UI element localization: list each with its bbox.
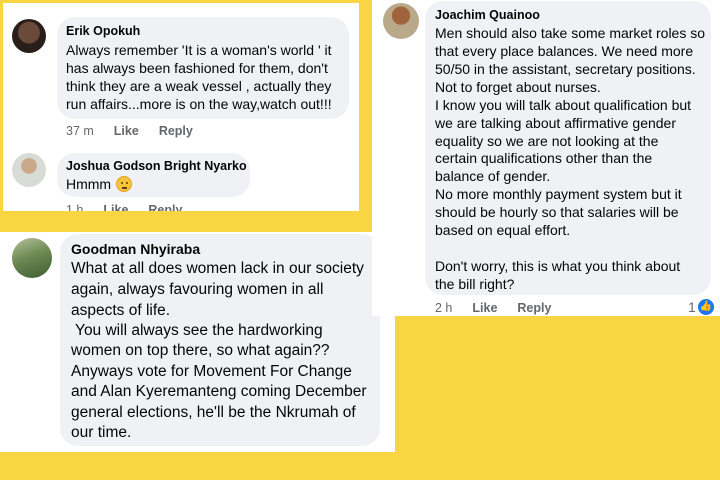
thinking-face-icon	[116, 176, 132, 192]
avatar[interactable]	[383, 3, 419, 39]
comment-text-line: has always been fashioned for them, don'…	[66, 60, 328, 76]
comment-text-line: No more monthly payment system but it	[435, 186, 682, 202]
avatar[interactable]	[12, 238, 52, 278]
comment-text-line: our time.	[71, 424, 132, 441]
like-button[interactable]: Like	[103, 203, 128, 211]
comment-author[interactable]: Erik Opokuh	[66, 24, 140, 38]
comment-author[interactable]: Goodman Nhyiraba	[71, 241, 200, 257]
comment-text-line: You will always see the hardworking	[71, 322, 323, 339]
reply-button[interactable]: Reply	[148, 203, 182, 211]
comment-text-line: I know you will talk about qualification…	[435, 97, 692, 113]
comment-timestamp[interactable]: 2 h	[435, 301, 452, 315]
like-button[interactable]: Like	[114, 124, 139, 138]
comment-actions: 2 h Like Reply	[435, 301, 571, 315]
avatar[interactable]	[12, 153, 46, 187]
comment-text-line: 50/50 in the assistant, secretary positi…	[435, 61, 696, 77]
comment-text-line: again, always favouring women in all	[71, 281, 324, 298]
comment-actions: 37 m Like Reply	[66, 124, 213, 138]
comment-text-line: Men should also take some market roles s…	[435, 25, 706, 41]
comment-text: Hmmm	[66, 176, 112, 192]
screenshot-panel-goodman: Goodman Nhyiraba What at all does women …	[0, 232, 395, 452]
comment-text-line: Always remember 'It is a woman's world '…	[66, 42, 332, 58]
comment-text-line: balance of gender.	[435, 168, 551, 184]
comment-text-line: What at all does women lack in our socie…	[71, 260, 364, 277]
comment-text-line: run affairs...more is on the way,watch o…	[66, 96, 332, 112]
highlight-strip-bottom	[0, 452, 720, 480]
comment-text-line: based on equal effort.	[435, 222, 571, 238]
comment-timestamp[interactable]: 37 m	[66, 124, 94, 138]
comment-text-line: women on top there, so what again??	[71, 342, 330, 359]
comment-text-line: Don't worry, this is what you think abou…	[435, 258, 681, 274]
reaction-count[interactable]: 1	[688, 299, 696, 315]
comment-actions: 1 h Like Reply	[66, 203, 202, 211]
comment-text-line: general elections, he'll be the Nkrumah …	[71, 404, 356, 421]
reply-button[interactable]: Reply	[517, 301, 551, 315]
screenshot-panel-joachim: Joachim Quainoo Men should also take som…	[372, 0, 720, 316]
comment-text-line: we are talking about affirmative gender	[435, 115, 676, 131]
comment-text-line: the bill right?	[435, 276, 515, 292]
thumbs-up-icon[interactable]: 👍	[698, 299, 714, 315]
comment-text-line: that every place balances. We need more	[435, 43, 694, 59]
comment-author[interactable]: Joachim Quainoo	[435, 8, 540, 22]
comment-text-line: Anyways vote for Movement For Change	[71, 363, 352, 380]
screenshot-panel-erik-joshua: Erik Opokuh Always remember 'It is a wom…	[3, 3, 359, 211]
comment-text-line: and Alan Kyeremanteng coming December	[71, 383, 367, 400]
comment-text-line: should be hourly so that salaries will b…	[435, 204, 679, 220]
comment-author[interactable]: Joshua Godson Bright Nyarko	[66, 159, 247, 173]
comment-text-line: equality so we are not looking at the	[435, 133, 659, 149]
comment-text-line: certain qualifications other than the	[435, 150, 653, 166]
avatar[interactable]	[12, 19, 46, 53]
comment-timestamp[interactable]: 1 h	[66, 203, 83, 211]
like-button[interactable]: Like	[472, 301, 497, 315]
reply-button[interactable]: Reply	[159, 124, 193, 138]
comment-text-line: think they are a weak vessel , actually …	[66, 78, 332, 94]
comment-text-line: Not to forget about nurses.	[435, 79, 601, 95]
comment-text-line: aspects of life.	[71, 302, 171, 319]
